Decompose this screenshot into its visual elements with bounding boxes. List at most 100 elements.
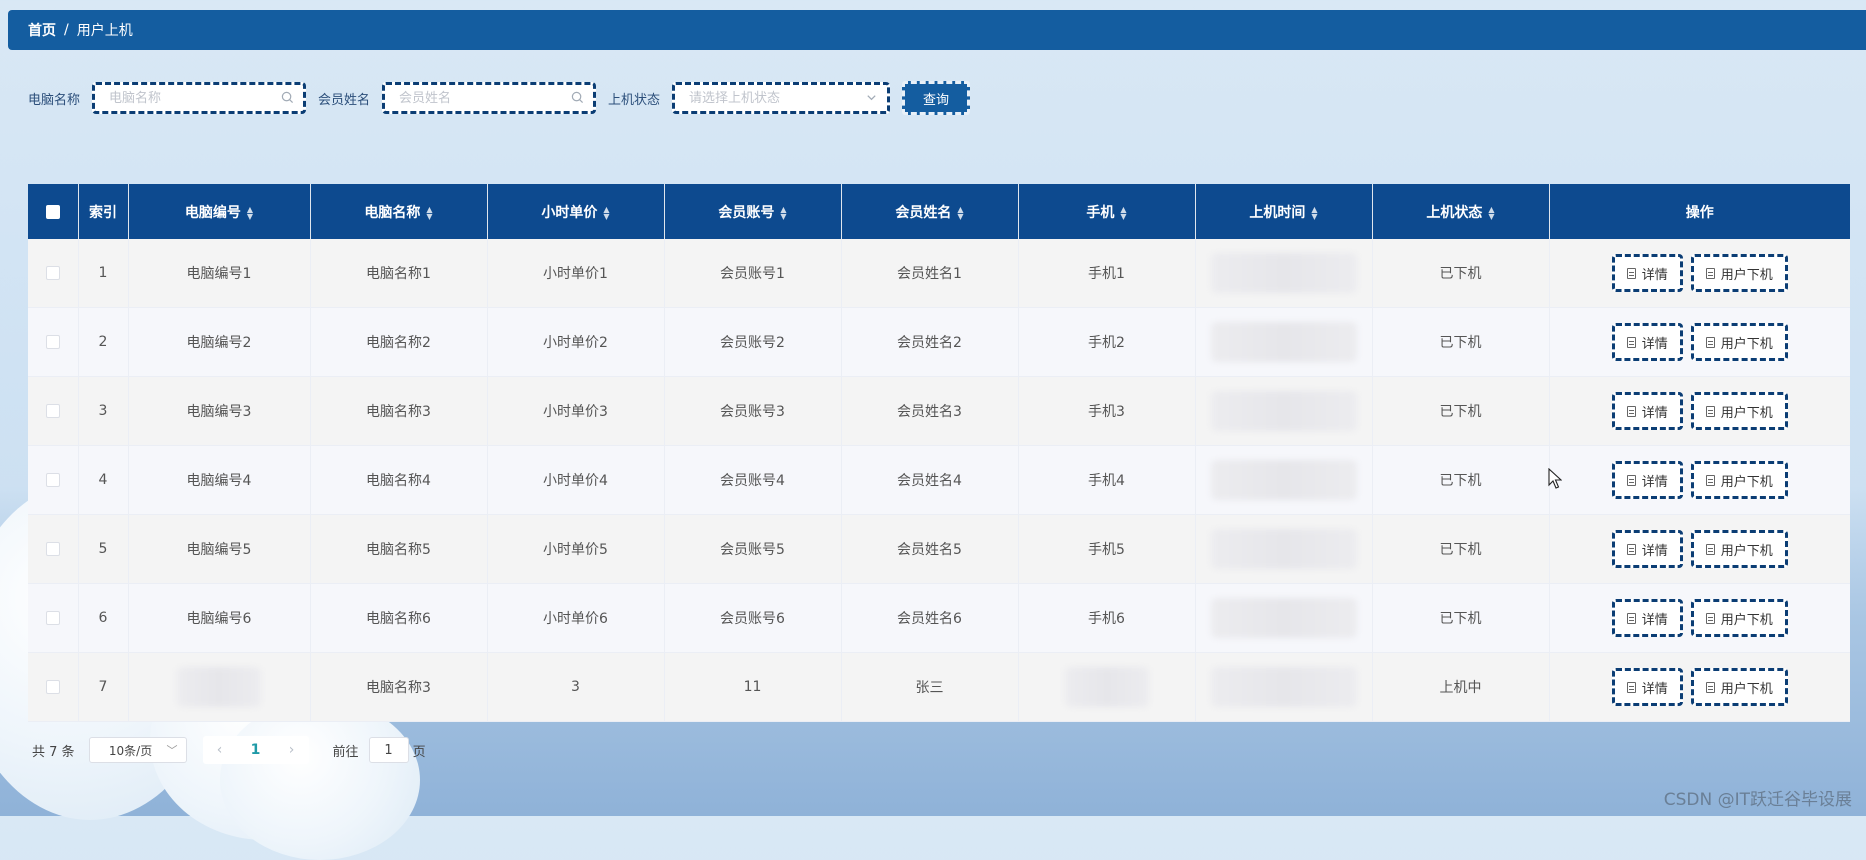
background-cloud (220, 700, 420, 860)
search-bar: 电脑名称 会员姓名 上机状态 查询 (28, 80, 971, 116)
row-checkbox[interactable] (45, 404, 60, 418)
cell-status: 已下机 (1372, 583, 1550, 653)
cell-member-account: 会员账号1 (664, 239, 842, 308)
logout-user-button-label: 用户下机 (1720, 336, 1773, 352)
document-icon (1626, 267, 1636, 279)
row-select-cell[interactable] (28, 445, 79, 515)
goto-page-input[interactable]: 1 (368, 737, 409, 763)
detail-button[interactable]: 详情 (1611, 323, 1683, 361)
query-button[interactable]: 查询 (902, 81, 971, 115)
sort-icon[interactable]: ▲ ▼ (1311, 205, 1317, 220)
row-checkbox[interactable] (45, 611, 60, 625)
column-header-status[interactable]: 上机状态 ▲ ▼ (1372, 184, 1550, 239)
logout-user-button[interactable]: 用户下机 (1690, 668, 1788, 706)
cell-phone: 手机2 (1018, 307, 1196, 377)
row-select-cell[interactable] (28, 307, 79, 377)
row-select-cell[interactable] (28, 652, 79, 722)
breadcrumb-home[interactable]: 首页 (28, 20, 56, 40)
column-header-member-account[interactable]: 会员账号 ▲ ▼ (664, 184, 842, 239)
cell-phone: 手机6 (1018, 583, 1196, 653)
cell-phone: 手机5 (1018, 514, 1196, 584)
detail-button[interactable]: 详情 (1611, 668, 1683, 706)
sort-icon[interactable]: ▲ ▼ (1120, 205, 1126, 220)
row-checkbox[interactable] (45, 335, 60, 349)
cell-computer-name: 电脑名称4 (310, 445, 488, 515)
column-header-hour-price[interactable]: 小时单价 ▲ ▼ (487, 184, 665, 239)
status-select-input[interactable] (687, 89, 862, 107)
redacted-value (1210, 322, 1357, 362)
table-row: 7 电脑名称3 3 11 张三 上机中 详情 用户下机 (28, 652, 1850, 722)
cell-member-name: 张三 (841, 652, 1019, 722)
member-name-field[interactable] (382, 82, 597, 114)
row-checkbox[interactable] (45, 473, 60, 487)
cell-actions: 详情 用户下机 (1549, 652, 1850, 722)
cell-member-name: 会员姓名1 (841, 239, 1019, 308)
sort-icon[interactable]: ▲ ▼ (957, 205, 963, 220)
detail-button[interactable]: 详情 (1611, 392, 1683, 430)
search-icon (571, 91, 585, 105)
row-select-cell[interactable] (28, 583, 79, 653)
cell-hour-price: 小时单价4 (487, 445, 665, 515)
column-header-phone[interactable]: 手机 ▲ ▼ (1018, 184, 1196, 239)
document-icon (1705, 543, 1715, 555)
logout-user-button[interactable]: 用户下机 (1690, 530, 1788, 568)
logout-user-button[interactable]: 用户下机 (1690, 392, 1788, 430)
computer-name-field[interactable] (92, 82, 307, 114)
logout-user-button[interactable]: 用户下机 (1690, 323, 1788, 361)
column-header-computer-no[interactable]: 电脑编号 ▲ ▼ (128, 184, 311, 239)
detail-button-label: 详情 (1641, 681, 1668, 697)
detail-button-label: 详情 (1641, 267, 1668, 283)
table-row: 3 电脑编号3 电脑名称3 小时单价3 会员账号3 会员姓名3 手机3 已下机 详情 用户下机 (28, 376, 1850, 446)
row-checkbox[interactable] (45, 542, 60, 556)
document-icon (1626, 681, 1636, 693)
chevron-down-icon: ﹀ (166, 744, 178, 757)
prev-page-icon[interactable]: ‹ (217, 742, 223, 758)
status-select[interactable] (672, 82, 891, 114)
row-select-cell[interactable] (28, 239, 79, 308)
cell-actions: 详情 用户下机 (1549, 583, 1850, 653)
column-header-login-time[interactable]: 上机时间 ▲ ▼ (1195, 184, 1373, 239)
detail-button[interactable]: 详情 (1611, 254, 1683, 292)
redacted-value (1210, 253, 1357, 293)
next-page-icon[interactable]: › (289, 742, 295, 758)
cell-computer-no (128, 652, 311, 722)
select-all-cell[interactable] (28, 184, 79, 239)
logout-user-button[interactable]: 用户下机 (1690, 254, 1788, 292)
row-checkbox[interactable] (45, 266, 60, 280)
cell-status: 已下机 (1372, 445, 1550, 515)
cell-member-name: 会员姓名5 (841, 514, 1019, 584)
cell-computer-no: 电脑编号3 (128, 376, 311, 446)
cell-actions: 详情 用户下机 (1549, 376, 1850, 446)
member-name-label: 会员姓名 (318, 92, 371, 108)
cell-computer-name: 电脑名称3 (310, 652, 488, 722)
row-checkbox[interactable] (45, 680, 60, 694)
detail-button[interactable]: 详情 (1611, 530, 1683, 568)
logout-user-button[interactable]: 用户下机 (1690, 461, 1788, 499)
detail-button[interactable]: 详情 (1611, 461, 1683, 499)
cell-index: 7 (78, 652, 129, 722)
sort-icon[interactable]: ▲ ▼ (247, 205, 253, 220)
page-size-select[interactable]: 10条/页 ﹀ (88, 737, 187, 763)
computer-name-input[interactable] (107, 89, 282, 107)
member-name-input[interactable] (397, 89, 572, 107)
cell-index: 6 (78, 583, 129, 653)
select-all-checkbox[interactable] (45, 204, 60, 219)
sort-icon[interactable]: ▲ ▼ (780, 205, 786, 220)
sort-icon[interactable]: ▲ ▼ (1488, 205, 1494, 220)
detail-button[interactable]: 详情 (1611, 599, 1683, 637)
row-select-cell[interactable] (28, 376, 79, 446)
logout-user-button[interactable]: 用户下机 (1690, 599, 1788, 637)
cell-status: 上机中 (1372, 652, 1550, 722)
sort-icon[interactable]: ▲ ▼ (426, 205, 432, 220)
sort-icon[interactable]: ▲ ▼ (603, 205, 609, 220)
page-number-current[interactable]: 1 (251, 742, 261, 758)
cell-actions: 详情 用户下机 (1549, 514, 1850, 584)
column-header-computer-name[interactable]: 电脑名称 ▲ ▼ (310, 184, 488, 239)
cell-computer-name: 电脑名称3 (310, 376, 488, 446)
column-header-index: 索引 (78, 184, 129, 239)
logout-user-button-label: 用户下机 (1720, 612, 1773, 628)
column-header-member-name[interactable]: 会员姓名 ▲ ▼ (841, 184, 1019, 239)
cell-actions: 详情 用户下机 (1549, 307, 1850, 377)
cell-member-name: 会员姓名2 (841, 307, 1019, 377)
row-select-cell[interactable] (28, 514, 79, 584)
